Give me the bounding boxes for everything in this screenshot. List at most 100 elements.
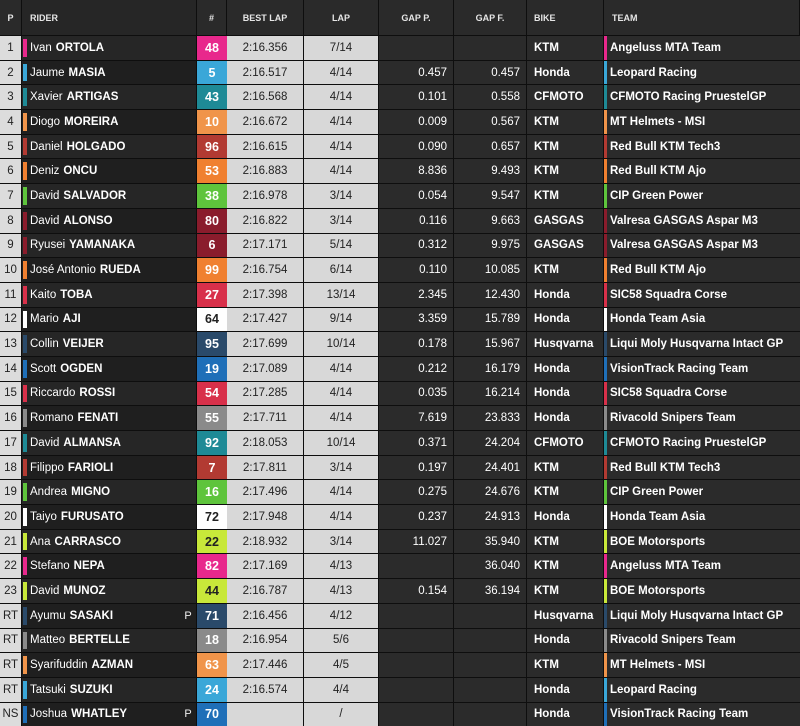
header-pos[interactable]: P <box>0 0 22 35</box>
rider-cell[interactable]: Stefano NEPA <box>22 554 197 579</box>
table-row[interactable]: 14 Scott OGDEN 19 2:17.089 4/14 0.212 16.179 Hon… <box>0 356 800 382</box>
team-cell[interactable]: Liqui Moly Husqvarna Intact GP <box>604 332 800 356</box>
table-row[interactable]: 7 David SALVADOR 38 2:16.978 3/14 0.054 9.547 KT… <box>0 184 800 209</box>
table-row[interactable]: RT Ayumu SASAKI P 71 2:16.456 4/12 Husqvarna Liq… <box>0 603 800 629</box>
rider-cell[interactable]: Matteo BERTELLE <box>22 628 197 653</box>
team-cell[interactable]: MT Helmets - MSI <box>604 110 800 134</box>
table-row[interactable]: 19 Andrea MIGNO 16 2:17.496 4/14 0.275 24.676 KT… <box>0 480 800 506</box>
table-row[interactable]: 10 José Antonio RUEDA 99 2:16.754 6/14 0.110 10… <box>0 258 800 283</box>
team-cell[interactable]: SIC58 Squadra Corse <box>604 381 800 406</box>
rider-cell[interactable]: Ana CARRASCO <box>22 529 197 554</box>
best-lap-cell: 2:16.787 <box>227 579 304 603</box>
team-cell[interactable]: Rivacold Snipers Team <box>604 406 800 430</box>
table-row[interactable]: 6 Deniz ÖNCÜ 53 2:16.883 4/14 8.836 9.493 KTM Red… <box>0 159 800 185</box>
rider-cell[interactable]: David MUÑOZ <box>22 579 197 603</box>
rider-cell[interactable]: Daniel HOLGADO <box>22 134 197 159</box>
rider-cell[interactable]: Riccardo ROSSI <box>22 381 197 406</box>
table-row[interactable]: RT Tatsuki SUZUKI 24 2:16.574 4/4 Honda Leopard… <box>0 677 800 703</box>
table-row[interactable]: 20 Taiyo FURUSATO 72 2:17.948 4/14 0.237 24.913… <box>0 505 800 530</box>
rider-cell[interactable]: Taiyo FURUSATO <box>22 505 197 529</box>
table-row[interactable]: 1 Ivan ORTOLÁ 48 2:16.356 7/14 KTM Angeluss MTA… <box>0 36 800 61</box>
rider-last-name: SASAKI <box>69 609 114 622</box>
table-row[interactable]: RT Syarifuddin AZMAN 63 2:17.446 4/5 KTM MT Hel… <box>0 653 800 678</box>
table-row[interactable]: 13 Collin VEIJER 95 2:17.699 10/14 0.178 15.967… <box>0 332 800 357</box>
table-row[interactable]: 3 Xavier ARTIGAS 43 2:16.568 4/14 0.101 0.558 CF… <box>0 85 800 111</box>
team-cell[interactable]: Leopard Racing <box>604 60 800 85</box>
team-cell[interactable]: Red Bull KTM Ajo <box>604 258 800 282</box>
team-cell[interactable]: CIP Green Power <box>604 480 800 505</box>
header-best-lap[interactable]: BEST LAP <box>227 0 304 35</box>
gap-previous-cell: 2.345 <box>379 282 454 307</box>
table-row[interactable]: 12 Mario AJI 64 2:17.427 9/14 3.359 15.789 Honda… <box>0 307 800 333</box>
team-cell[interactable]: Leopard Racing <box>604 677 800 702</box>
rider-cell[interactable]: Tatsuki SUZUKI <box>22 677 197 702</box>
team-cell[interactable]: BOE Motorsports <box>604 529 800 554</box>
rider-cell[interactable]: Ivan ORTOLÁ <box>22 36 197 60</box>
table-row[interactable]: 16 Romano FENATI 55 2:17.711 4/14 7.619 23.833 H… <box>0 406 800 431</box>
team-cell[interactable]: Valresa GASGAS Aspar M3 <box>604 233 800 258</box>
header-gap-previous[interactable]: GAP P. <box>379 0 454 35</box>
rider-last-name: ARTIGAS <box>66 91 119 104</box>
rider-cell[interactable]: David ALMANSA <box>22 431 197 455</box>
rider-cell[interactable]: Diogo MOREIRA <box>22 110 197 134</box>
rider-cell[interactable]: Ryusei YAMANAKA <box>22 233 197 258</box>
rider-cell[interactable]: Joshua WHATLEY P <box>22 702 197 726</box>
header-number[interactable]: # <box>197 0 227 35</box>
header-bike[interactable]: BIKE <box>527 0 604 35</box>
rider-cell[interactable]: David SALVADOR <box>22 184 197 208</box>
header-rider[interactable]: RIDER <box>22 0 197 35</box>
table-row[interactable]: 8 David ALONSO 80 2:16.822 3/14 0.116 9.663 GASG… <box>0 208 800 234</box>
table-row[interactable]: 17 David ALMANSA 92 2:18.053 10/14 0.371 24.204… <box>0 431 800 456</box>
team-cell[interactable]: CFMOTO Racing PruestelGP <box>604 85 800 110</box>
table-row[interactable]: 22 Stefano NEPA 82 2:17.169 4/13 36.040 KTM Ange… <box>0 554 800 580</box>
team-cell[interactable]: CFMOTO Racing PruestelGP <box>604 431 800 455</box>
rider-cell[interactable]: Syarifuddin AZMAN <box>22 653 197 677</box>
team-cell[interactable]: Red Bull KTM Ajo <box>604 159 800 184</box>
rider-cell[interactable]: José Antonio RUEDA <box>22 258 197 282</box>
rider-cell[interactable]: Collin VEIJER <box>22 332 197 356</box>
team-cell[interactable]: VisionTrack Racing Team <box>604 356 800 381</box>
team-cell[interactable]: Liqui Moly Husqvarna Intact GP <box>604 603 800 628</box>
rider-cell[interactable]: Jaume MASIA <box>22 60 197 85</box>
team-cell[interactable]: BOE Motorsports <box>604 579 800 603</box>
team-cell[interactable]: Angeluss MTA Team <box>604 554 800 579</box>
team-cell[interactable]: Red Bull KTM Tech3 <box>604 455 800 480</box>
rider-cell[interactable]: Ayumu SASAKI P <box>22 603 197 628</box>
table-row[interactable]: 2 Jaume MASIA 5 2:16.517 4/14 0.457 0.457 Honda L… <box>0 60 800 86</box>
lap-cell: 5/6 <box>304 628 379 653</box>
rider-cell[interactable]: Romano FENATI <box>22 406 197 430</box>
team-cell[interactable]: Honda Team Asia <box>604 307 800 332</box>
table-row[interactable]: RT Matteo BERTELLE 18 2:16.954 5/6 Honda Rivaco… <box>0 628 800 654</box>
team-cell[interactable]: Valresa GASGAS Aspar M3 <box>604 208 800 233</box>
header-lap[interactable]: LAP <box>304 0 379 35</box>
table-row[interactable]: 5 Daniel HOLGADO 96 2:16.615 4/14 0.090 0.657 KT… <box>0 134 800 160</box>
table-row[interactable]: 18 Filippo FARIOLI 7 2:17.811 3/14 0.197 24.401… <box>0 455 800 481</box>
team-cell[interactable]: Angeluss MTA Team <box>604 36 800 60</box>
table-row[interactable]: 9 Ryusei YAMANAKA 6 2:17.171 5/14 0.312 9.975 GA… <box>0 233 800 259</box>
table-row[interactable]: NS Joshua WHATLEY P 70 / Honda VisionTrack Raci… <box>0 702 800 726</box>
rider-cell[interactable]: Andrea MIGNO <box>22 480 197 505</box>
team-cell[interactable]: CIP Green Power <box>604 184 800 208</box>
team-cell[interactable]: MT Helmets - MSI <box>604 653 800 677</box>
team-cell[interactable]: Honda Team Asia <box>604 505 800 529</box>
header-gap-first[interactable]: GAP F. <box>454 0 527 35</box>
rider-cell[interactable]: Xavier ARTIGAS <box>22 85 197 110</box>
header-team[interactable]: TEAM <box>604 0 800 35</box>
team-color-stripe <box>23 137 27 156</box>
table-row[interactable]: 4 Diogo MOREIRA 10 2:16.672 4/14 0.009 0.567 KTM… <box>0 110 800 135</box>
team-cell[interactable]: Red Bull KTM Tech3 <box>604 134 800 159</box>
rider-cell[interactable]: Kaito TOBA <box>22 282 197 307</box>
table-row[interactable]: 11 Kaito TOBA 27 2:17.398 13/14 2.345 12.430 Hon… <box>0 282 800 308</box>
team-cell[interactable]: VisionTrack Racing Team <box>604 702 800 726</box>
rider-cell[interactable]: Filippo FARIOLI <box>22 455 197 480</box>
rider-cell[interactable]: Scott OGDEN <box>22 356 197 381</box>
table-row[interactable]: 15 Riccardo ROSSI 54 2:17.285 4/14 0.035 16.214… <box>0 381 800 407</box>
team-cell[interactable]: Rivacold Snipers Team <box>604 628 800 653</box>
rider-cell[interactable]: David ALONSO <box>22 208 197 233</box>
lap-cell: 4/14 <box>304 356 379 381</box>
rider-cell[interactable]: Deniz ÖNCÜ <box>22 159 197 184</box>
table-row[interactable]: 21 Ana CARRASCO 22 2:18.932 3/14 11.027 35.940 K… <box>0 529 800 555</box>
team-cell[interactable]: SIC58 Squadra Corse <box>604 282 800 307</box>
rider-cell[interactable]: Mario AJI <box>22 307 197 332</box>
table-row[interactable]: 23 David MUÑOZ 44 2:16.787 4/13 0.154 36.194 KTM… <box>0 579 800 604</box>
